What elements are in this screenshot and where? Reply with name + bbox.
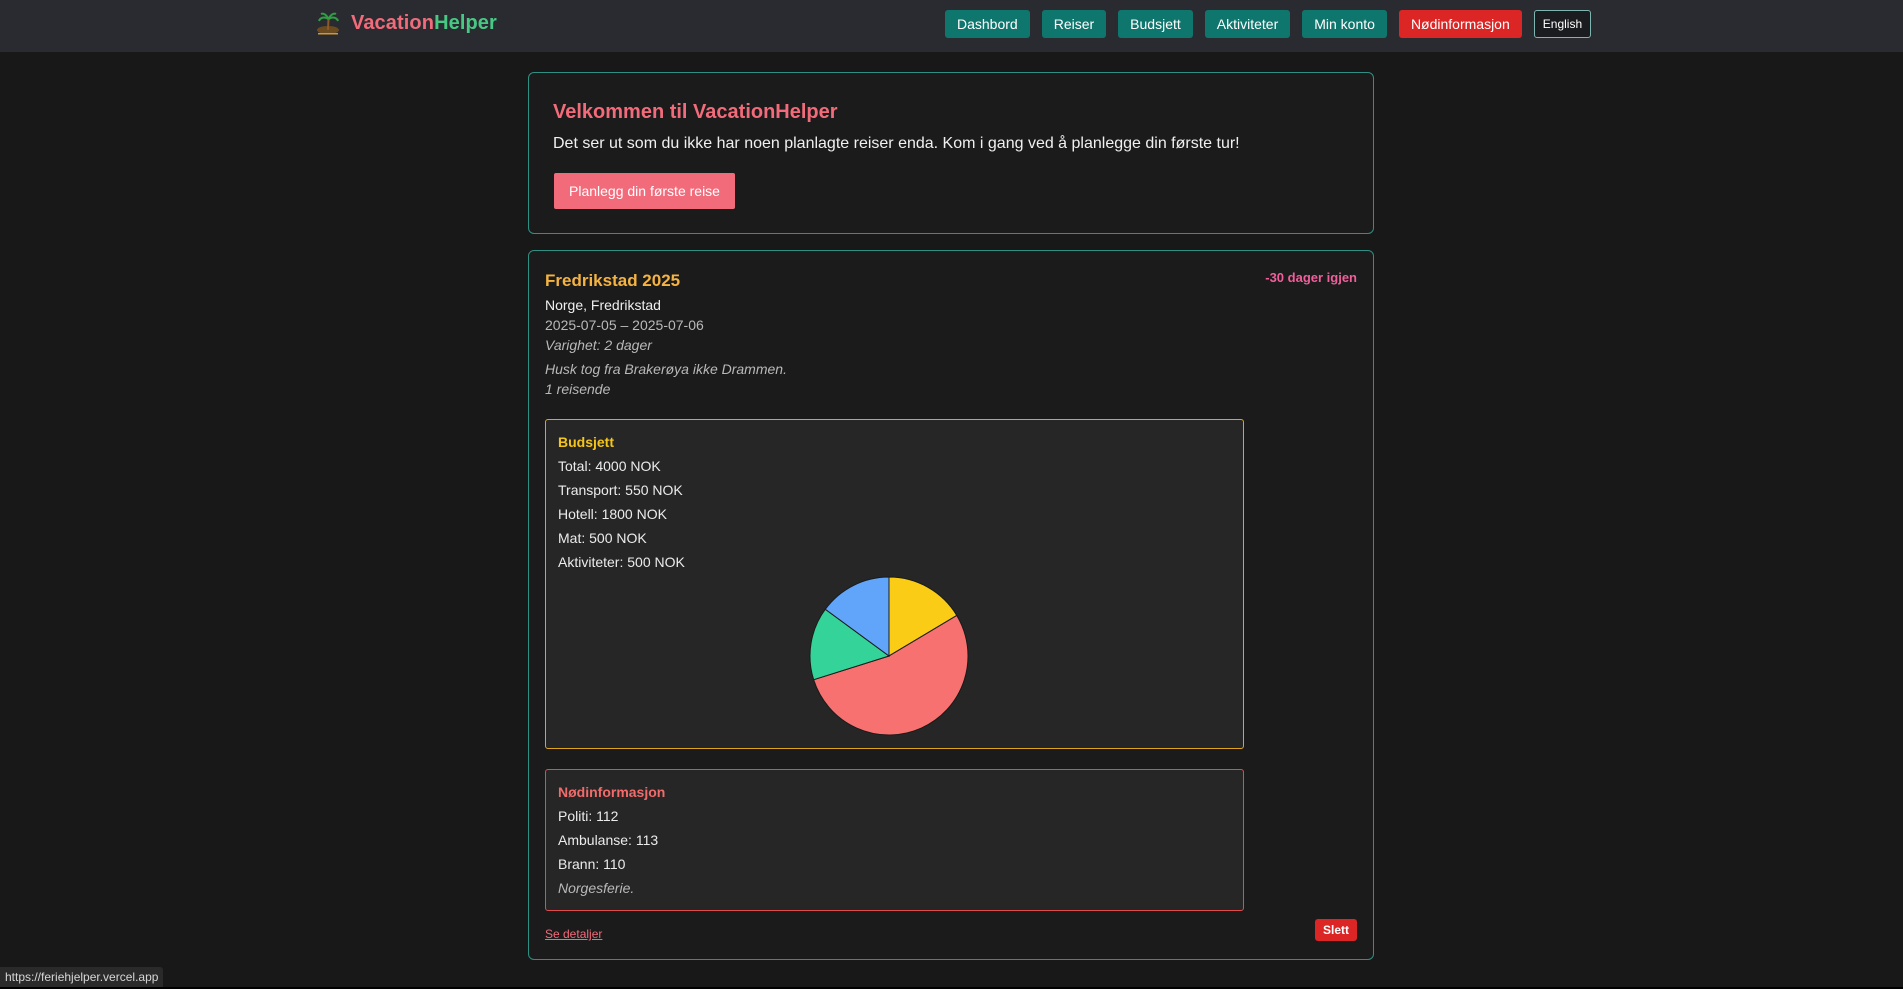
trip-location: Norge, Fredrikstad — [545, 297, 661, 313]
nav-activities-button[interactable]: Aktiviteter — [1204, 10, 1291, 38]
top-navbar: VacationHelper Dashbord Reiser Budsjett … — [0, 0, 1903, 52]
trip-card: Fredrikstad 2025 -30 dager igjen Norge, … — [528, 250, 1374, 960]
trip-title: Fredrikstad 2025 — [545, 271, 681, 290]
nav-emergency-button[interactable]: Nødinformasjon — [1398, 10, 1522, 38]
trip-travelers: 1 reisende — [545, 381, 611, 397]
trip-duration: Varighet: 2 dager — [545, 337, 652, 353]
welcome-title: Velkommen til VacationHelper — [553, 101, 838, 123]
budget-food: Mat: 500 NOK — [558, 530, 647, 546]
days-left-badge: -30 dager igjen — [1265, 270, 1357, 285]
emergency-note: Norgesferie. — [558, 880, 635, 896]
budget-title: Budsjett — [558, 434, 614, 450]
nav-budget-button[interactable]: Budsjett — [1118, 10, 1193, 38]
budget-box: Budsjett Total: 4000 NOK Transport: 550 … — [545, 419, 1244, 749]
budget-total: Total: 4000 NOK — [558, 458, 661, 474]
welcome-card: Velkommen til VacationHelper Det ser ut … — [528, 72, 1374, 234]
emergency-title: Nødinformasjon — [558, 784, 666, 800]
main-nav: Dashbord Reiser Budsjett Aktiviteter Min… — [945, 10, 1592, 38]
trip-dates: 2025-07-05 – 2025-07-06 — [545, 317, 704, 333]
plan-first-trip-button[interactable]: Planlegg din første reise — [554, 173, 735, 209]
emergency-ambulance: Ambulanse: 113 — [558, 832, 659, 848]
trip-note: Husk tog fra Brakerøya ikke Drammen. — [545, 361, 787, 377]
budget-hotel: Hotell: 1800 NOK — [558, 506, 667, 522]
emergency-police: Politi: 112 — [558, 808, 619, 824]
nav-account-button[interactable]: Min konto — [1302, 10, 1387, 38]
delete-trip-button[interactable]: Slett — [1314, 919, 1357, 941]
budget-pie-chart — [809, 576, 969, 736]
budget-transport: Transport: 550 NOK — [558, 482, 683, 498]
brand-name: VacationHelper — [351, 12, 497, 35]
nav-dashboard-button[interactable]: Dashbord — [945, 10, 1030, 38]
budget-activities: Aktiviteter: 500 NOK — [558, 554, 685, 570]
status-bar-url: https://feriehjelper.vercel.app — [0, 967, 164, 987]
nav-trips-button[interactable]: Reiser — [1041, 10, 1107, 38]
palm-island-logo-icon — [317, 12, 339, 35]
see-details-link[interactable]: Se detaljer — [545, 927, 602, 941]
welcome-text: Det ser ut som du ikke har noen planlagt… — [553, 135, 1240, 152]
brand-name-part2: Helper — [434, 11, 497, 34]
emergency-box: Nødinformasjon Politi: 112 Ambulanse: 11… — [545, 769, 1244, 911]
brand[interactable]: VacationHelper — [315, 10, 497, 36]
brand-name-part1: Vacation — [351, 11, 435, 34]
language-toggle-button[interactable]: English — [1533, 10, 1592, 38]
emergency-fire: Brann: 110 — [558, 856, 626, 872]
